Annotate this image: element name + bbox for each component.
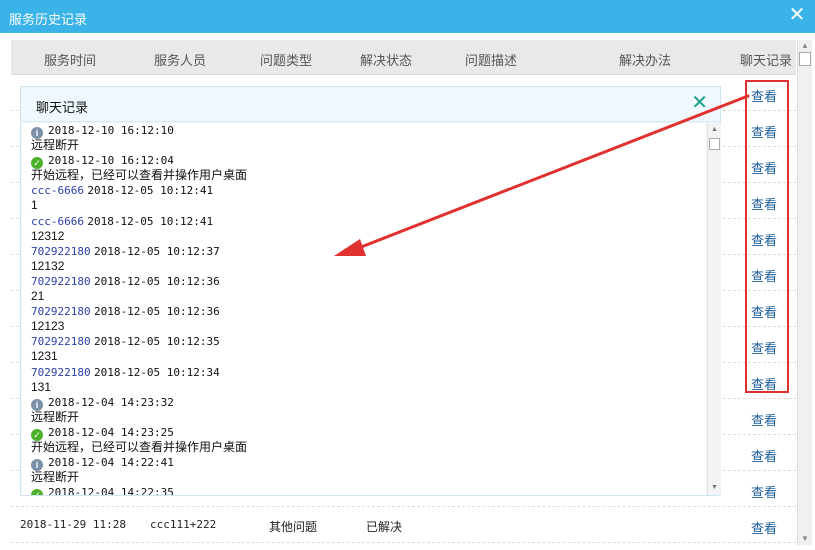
chat-line: 1231 xyxy=(22,349,706,364)
chat-message: 1231 xyxy=(31,349,58,364)
chat-message: 12312 xyxy=(31,228,65,243)
chat-line: ccc-6666 2018-12-05 10:12:41 xyxy=(22,183,706,198)
header-service-time: 服务时间 xyxy=(44,53,97,68)
view-chat-link[interactable]: 查看 xyxy=(744,446,784,465)
header-problem-desc: 问题描述 xyxy=(465,53,518,68)
chat-line: 21 xyxy=(22,289,706,304)
chat-timestamp: 2018-12-04 14:22:35 xyxy=(48,486,174,495)
chat-line: 702922180 2018-12-05 10:12:34 xyxy=(22,365,706,380)
chat-line: 远程断开 xyxy=(22,138,706,153)
chat-line: 开始远程，已经可以查看并操作用户桌面 xyxy=(22,440,706,455)
annotation-highlight-box xyxy=(745,80,789,393)
chat-log[interactable]: i 2018-12-10 16:12:10 远程断开 ✓ 2018-12-10 16:1… xyxy=(22,123,706,495)
row-separator xyxy=(11,542,796,543)
chat-timestamp: 2018-12-05 10:12:36 xyxy=(93,274,220,288)
chat-line: 12132 xyxy=(22,259,706,274)
chat-user: ccc-6666 xyxy=(31,184,84,198)
scroll-up-icon[interactable]: ▲ xyxy=(800,41,810,51)
chat-message: 12123 xyxy=(31,319,65,334)
chat-line: ccc-6666 2018-12-05 10:12:41 xyxy=(22,214,706,229)
scroll-up-icon[interactable]: ▲ xyxy=(710,125,719,135)
chat-line: ✓ 2018-12-10 16:12:04 xyxy=(22,153,706,170)
chat-line: ✓ 2018-12-04 14:22:35 xyxy=(22,485,706,495)
chat-timestamp: 2018-12-04 14:22:41 xyxy=(48,456,174,470)
scrollbar-thumb[interactable] xyxy=(709,138,720,150)
close-icon[interactable]: ✕ xyxy=(787,4,807,26)
row-staff: ccc111+222 xyxy=(150,518,217,531)
chat-line: 远程断开 xyxy=(22,470,706,485)
chat-timestamp: 2018-12-04 14:23:25 xyxy=(48,425,174,439)
chat-line: 开始远程，已经可以查看并操作用户桌面 xyxy=(22,168,706,183)
chat-message: 远程断开 xyxy=(31,138,80,153)
table-scrollbar[interactable]: ▲ ▼ xyxy=(797,40,812,545)
chat-timestamp: 2018-12-10 16:12:04 xyxy=(48,154,174,168)
row-type: 其他问题 xyxy=(269,520,318,534)
chat-popup-title: 聊天记录 xyxy=(36,100,89,115)
chat-user: 702922180 xyxy=(31,365,91,379)
chat-message: 131 xyxy=(31,379,52,394)
scroll-down-icon[interactable]: ▼ xyxy=(710,483,719,493)
chat-timestamp: 2018-12-05 10:12:41 xyxy=(87,214,214,228)
header-solution: 解决办法 xyxy=(619,53,672,68)
chat-line: 131 xyxy=(22,380,706,395)
chat-message: 远程断开 xyxy=(31,409,80,424)
chat-message: 开始远程，已经可以查看并操作用户桌面 xyxy=(31,439,248,454)
scroll-down-icon[interactable]: ▼ xyxy=(800,534,810,544)
view-chat-link[interactable]: 查看 xyxy=(744,482,784,501)
chat-timestamp: 2018-12-05 10:12:34 xyxy=(93,365,220,379)
chat-user: 702922180 xyxy=(31,244,91,258)
header-problem-type: 问题类型 xyxy=(260,53,313,68)
chat-message: 21 xyxy=(31,289,45,304)
scrollbar-thumb[interactable] xyxy=(799,52,811,66)
chat-line: 702922180 2018-12-05 10:12:35 xyxy=(22,334,706,349)
chat-timestamp: 2018-12-05 10:12:37 xyxy=(93,244,220,258)
chat-line: 1 xyxy=(22,198,706,213)
chat-user: 702922180 xyxy=(31,305,91,319)
chat-line: 702922180 2018-12-05 10:12:36 xyxy=(22,274,706,289)
header-resolve-status: 解决状态 xyxy=(360,53,413,68)
chat-user: 702922180 xyxy=(31,274,91,288)
chat-line: 702922180 2018-12-05 10:12:36 xyxy=(22,304,706,319)
chat-user: ccc-6666 xyxy=(31,214,84,228)
chat-line: i 2018-12-10 16:12:10 xyxy=(22,123,706,139)
table-header: 服务时间 服务人员 问题类型 解决状态 问题描述 解决办法 聊天记录 xyxy=(11,40,796,75)
chat-message: 远程断开 xyxy=(31,470,80,485)
chat-scrollbar[interactable]: ▲ ▼ xyxy=(707,123,721,495)
window-title: 服务历史记录 xyxy=(9,12,88,27)
window-titlebar: 服务历史记录 ✕ xyxy=(0,0,815,33)
close-icon[interactable]: ✕ xyxy=(691,93,708,113)
chat-timestamp: 2018-12-10 16:12:10 xyxy=(48,124,174,137)
view-chat-link[interactable]: 查看 xyxy=(744,410,784,429)
chat-line: ✓ 2018-12-04 14:23:25 xyxy=(22,425,706,441)
chat-line: 702922180 2018-12-05 10:12:37 xyxy=(22,244,706,259)
header-service-staff: 服务人员 xyxy=(154,53,207,68)
row-separator xyxy=(11,506,796,507)
chat-line: 远程断开 xyxy=(22,410,706,425)
chat-line: i 2018-12-04 14:23:32 xyxy=(22,395,706,411)
chat-line: i 2018-12-04 14:22:41 xyxy=(22,455,706,472)
check-icon: ✓ xyxy=(31,489,43,495)
chat-line: 12312 xyxy=(22,229,706,244)
chat-record-popup: 聊天记录 ✕ i 2018-12-10 16:12:10 远程断开 ✓ 2018-12-… xyxy=(20,86,721,496)
chat-popup-header: 聊天记录 ✕ xyxy=(21,87,720,122)
chat-user: 702922180 xyxy=(31,335,91,349)
table-row: 2018-11-29 11:28 ccc111+222 其他问题 已解决 xyxy=(11,512,796,540)
header-chat-record: 聊天记录 xyxy=(740,53,793,68)
chat-timestamp: 2018-12-05 10:12:36 xyxy=(93,305,220,319)
chat-timestamp: 2018-12-04 14:23:32 xyxy=(48,395,174,409)
row-status: 已解决 xyxy=(366,520,403,534)
chat-line: 12123 xyxy=(22,319,706,334)
chat-message: 开始远程，已经可以查看并操作用户桌面 xyxy=(31,168,248,183)
chat-timestamp: 2018-12-05 10:12:35 xyxy=(93,335,220,349)
row-time: 2018-11-29 11:28 xyxy=(20,518,126,531)
chat-message: 1 xyxy=(31,198,38,213)
chat-message: 12132 xyxy=(31,258,65,273)
chat-timestamp: 2018-12-05 10:12:41 xyxy=(87,184,214,198)
